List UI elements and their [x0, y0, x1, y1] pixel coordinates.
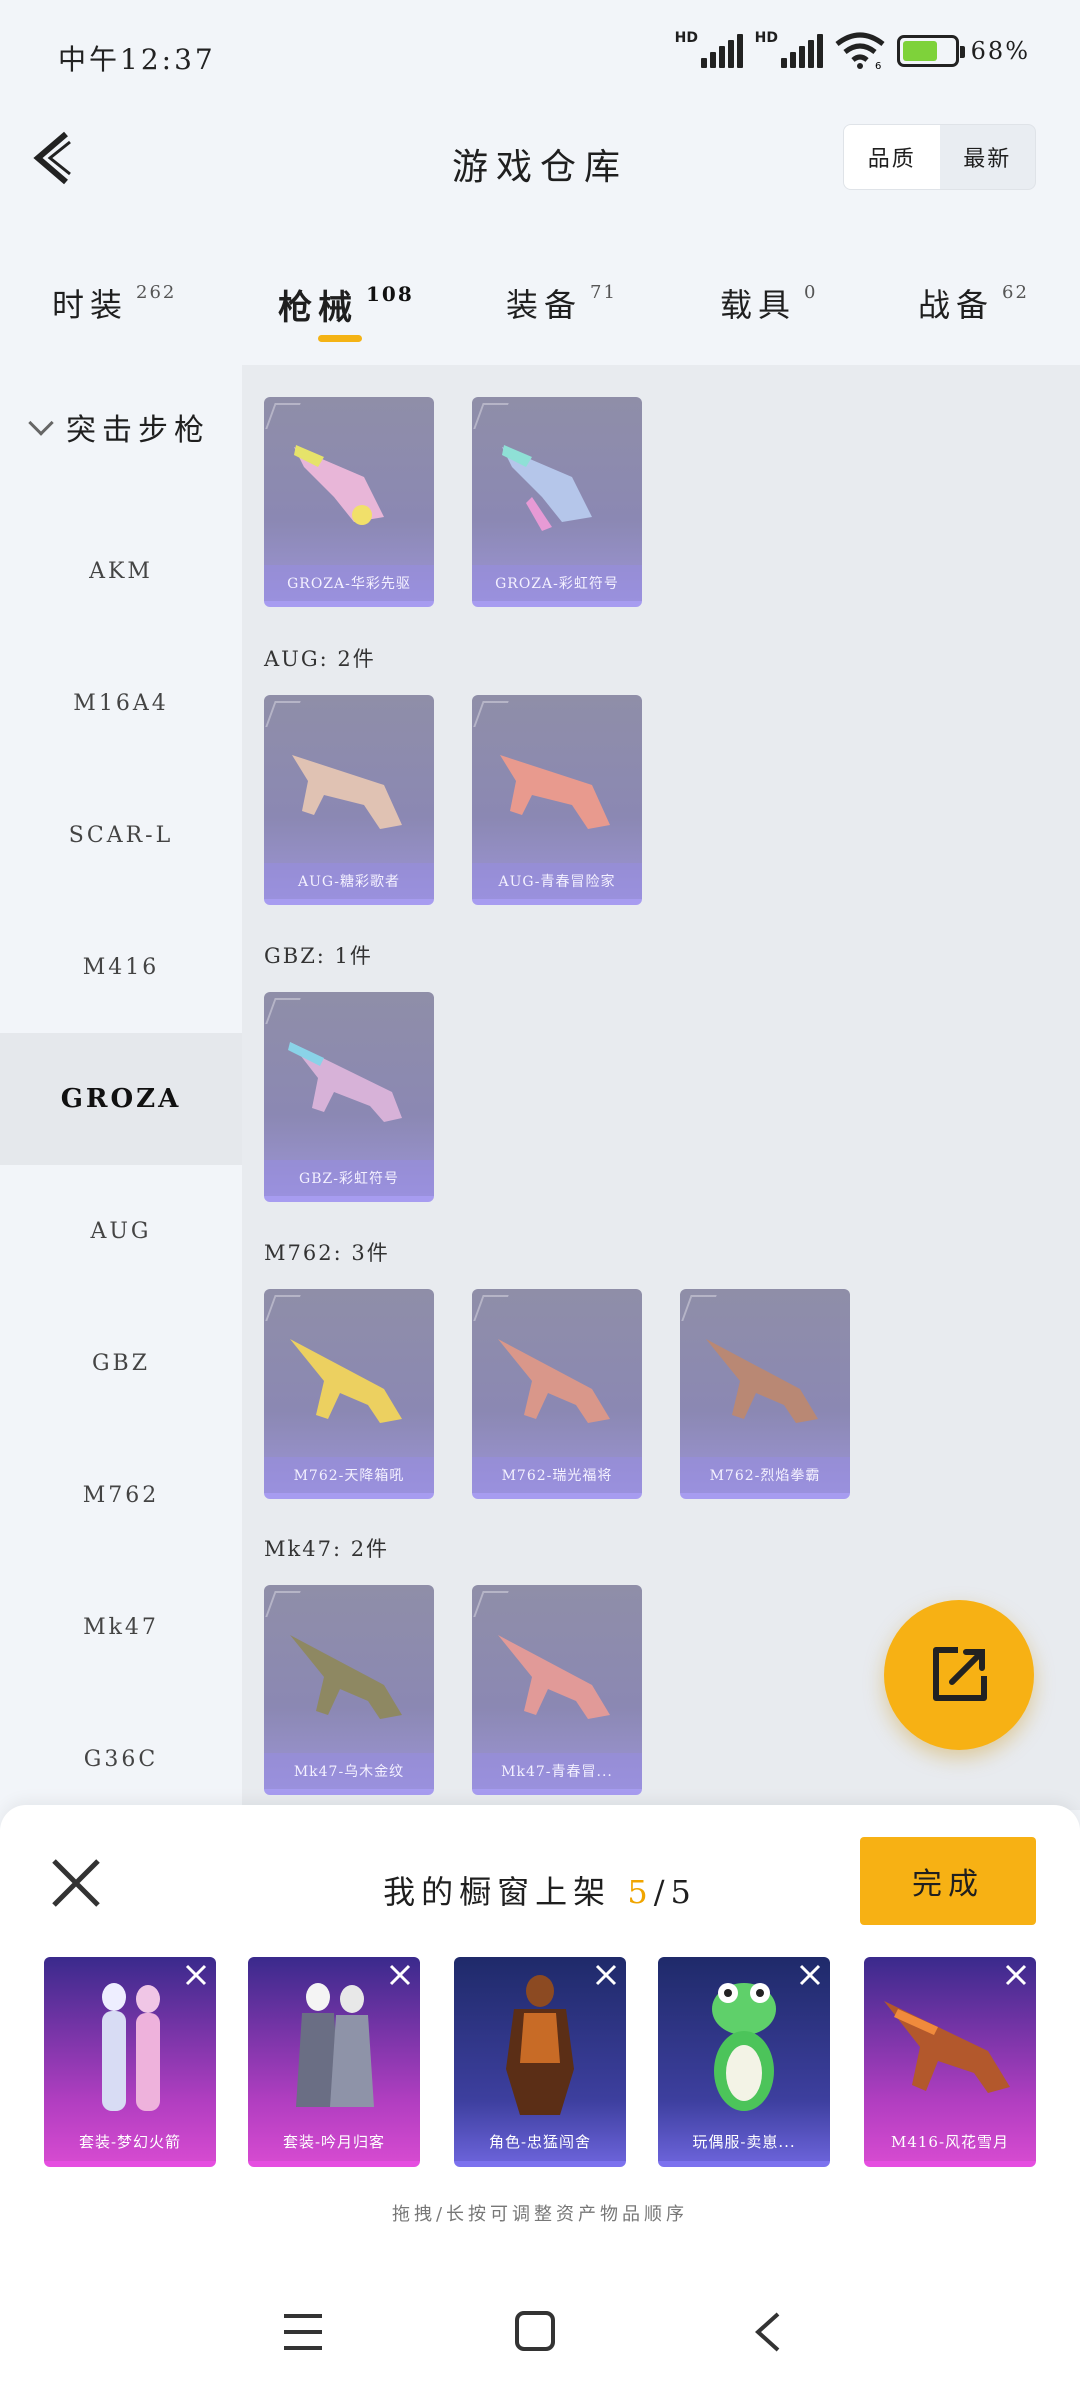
showcase-item[interactable]: M416-风花雪月 — [864, 1957, 1036, 2167]
sidebar-group-assault-rifle[interactable]: 突击步枪 — [0, 405, 242, 449]
sidebar-item-m762[interactable]: M762 — [0, 1429, 242, 1561]
home-icon[interactable] — [514, 2310, 556, 2352]
group-header-m762: M762: 3件 — [264, 1241, 390, 1265]
rifle-skin-icon — [290, 1635, 402, 1719]
showcase-item[interactable]: 角色-忠猛闯舍 — [454, 1957, 626, 2167]
item-card[interactable]: M762-瑞光福将 — [472, 1289, 642, 1499]
sidebar-item-akm[interactable]: AKM — [0, 505, 242, 637]
sidebar-item-aug[interactable]: AUG — [0, 1165, 242, 1297]
clock: 中午12:37 — [58, 43, 216, 76]
remove-icon[interactable] — [388, 1963, 412, 1987]
rifle-skin-icon — [502, 445, 592, 531]
status-icons: HD HD 6 68% — [675, 30, 1030, 70]
weapon-grid: GROZA-华彩先驱 GROZA-彩虹符号 AUG: 2件 AUG-糖彩歌者 A… — [242, 365, 1080, 1810]
sidebar-item-mk47[interactable]: Mk47 — [0, 1561, 242, 1693]
rifle-skin-icon — [290, 1339, 402, 1423]
status-bar: 中午12:37 HD HD 6 68% — [0, 0, 1080, 100]
group-header-aug: AUG: 2件 — [264, 647, 376, 671]
signal-icon: HD — [675, 30, 743, 68]
item-card[interactable]: GROZA-华彩先驱 — [264, 397, 434, 607]
group-header-gbz: GBZ: 1件 — [264, 944, 373, 968]
wifi-icon: 6 — [835, 32, 885, 70]
done-button[interactable]: 完成 — [860, 1837, 1036, 1925]
rifle-skin-icon — [292, 755, 402, 829]
item-card[interactable]: Mk47-青春冒... — [472, 1585, 642, 1795]
tab-guns[interactable]: 枪械 108 — [278, 280, 414, 329]
chevron-down-icon — [28, 410, 54, 436]
share-button[interactable] — [884, 1600, 1034, 1750]
remove-icon[interactable] — [1004, 1963, 1028, 1987]
tab-fashion[interactable]: 时装 262 — [52, 280, 176, 326]
item-card[interactable]: AUG-青春冒险家 — [472, 695, 642, 905]
back-icon[interactable] — [752, 2310, 784, 2354]
active-tab-indicator — [318, 335, 362, 342]
showcase-item[interactable]: 套装-梦幻火箭 — [44, 1957, 216, 2167]
sidebar-item-m416[interactable]: M416 — [0, 901, 242, 1033]
rifle-skin-icon — [498, 1339, 610, 1423]
weapon-sidebar: 突击步枪 AKM M16A4 SCAR-L M416 GROZA AUG GBZ… — [0, 365, 242, 1810]
remove-icon[interactable] — [798, 1963, 822, 1987]
share-icon — [933, 1647, 987, 1701]
character-icon — [506, 1975, 574, 2115]
sort-toggle[interactable]: 品质 最新 — [843, 124, 1036, 190]
battery-icon — [896, 35, 965, 67]
rifle-skin-icon — [706, 1339, 818, 1423]
sidebar-item-scar-l[interactable]: SCAR-L — [0, 769, 242, 901]
group-header-mk47: Mk47: 2件 — [264, 1537, 390, 1561]
showcase-item[interactable]: 玩偶服-卖崽... — [658, 1957, 830, 2167]
item-card[interactable]: GROZA-彩虹符号 — [472, 397, 642, 607]
frog-costume-icon — [712, 1983, 776, 2111]
remove-icon[interactable] — [594, 1963, 618, 1987]
system-nav-bar — [0, 2280, 1080, 2400]
sort-quality-button[interactable]: 品质 — [844, 125, 940, 189]
menu-icon[interactable] — [282, 2312, 324, 2352]
outfit-icon — [102, 1983, 160, 2111]
outfit-icon — [296, 1983, 374, 2107]
tab-vehicles[interactable]: 载具 0 — [720, 280, 817, 326]
item-card[interactable]: AUG-糖彩歌者 — [264, 695, 434, 905]
sort-newest-button[interactable]: 最新 — [940, 125, 1036, 189]
rifle-skin-icon — [884, 2001, 1010, 2093]
svg-text:6: 6 — [875, 61, 881, 70]
rifle-skin-icon — [498, 1635, 610, 1719]
item-card[interactable]: GBZ-彩虹符号 — [264, 992, 434, 1202]
rifle-skin-icon — [288, 1042, 402, 1122]
sidebar-item-groza[interactable]: GROZA — [0, 1033, 242, 1165]
rifle-skin-icon — [500, 755, 610, 829]
sidebar-item-m16a4[interactable]: M16A4 — [0, 637, 242, 769]
sidebar-item-gbz[interactable]: GBZ — [0, 1297, 242, 1429]
remove-icon[interactable] — [184, 1963, 208, 1987]
signal-icon-2: HD — [755, 30, 823, 68]
rifle-skin-icon — [294, 445, 384, 525]
item-card[interactable]: Mk47-乌木金纹 — [264, 1585, 434, 1795]
showcase-item[interactable]: 套装-吟月归客 — [248, 1957, 420, 2167]
category-tabs: 时装 262 枪械 108 装备 71 载具 0 战备 62 — [0, 260, 1080, 360]
item-card[interactable]: M762-天降箱吼 — [264, 1289, 434, 1499]
tab-equipment[interactable]: 装备 71 — [506, 280, 617, 326]
item-card[interactable]: M762-烈焰拳霸 — [680, 1289, 850, 1499]
tab-battle-gear[interactable]: 战备 62 — [918, 280, 1029, 326]
battery-percent: 68% — [970, 37, 1030, 65]
reorder-hint: 拖拽/长按可调整资产物品顺序 — [391, 2204, 689, 2225]
